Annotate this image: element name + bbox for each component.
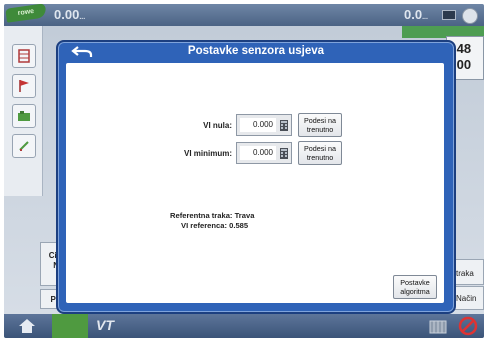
edit-icon[interactable] (12, 134, 36, 158)
status-round-icon[interactable] (462, 8, 478, 24)
battery-icon (442, 10, 456, 20)
top-right-readout: 0.0... (404, 7, 428, 22)
brand-logo: rowe (5, 4, 47, 23)
field-icon[interactable] (12, 104, 36, 128)
right-readout-line1: .48 (453, 41, 472, 56)
top-status-bar: rowe 0.00... 0.0... (4, 4, 484, 26)
top-left-value: 0.00 (54, 7, 80, 22)
vi-nula-set-now-button[interactable]: Podesi na trenutno (298, 113, 342, 137)
keypad-icon (280, 148, 288, 159)
no-entry-icon[interactable] (458, 316, 478, 336)
green-status-button[interactable] (52, 314, 88, 338)
crop-sensor-settings-dialog: Postavke senzora usjeva VI nula: 0.000 P… (56, 40, 456, 314)
left-toolbar (4, 26, 43, 196)
fuel-icon[interactable] (428, 318, 450, 334)
home-icon (19, 319, 35, 333)
vi-nula-field[interactable]: 0.000 (236, 114, 292, 136)
algorithm-settings-button[interactable]: Postavke algoritma (393, 275, 437, 299)
bottom-right-label2: Način (456, 294, 477, 303)
vi-minimum-value: 0.000 (240, 146, 276, 160)
vi-reference-text: VI referenca: 0.585 (181, 221, 249, 230)
dialog-title: Postavke senzora usjeva (187, 45, 325, 57)
display-screen: rowe 0.00... 0.0... .48 .00 Cil N Pr (4, 4, 484, 338)
flag-icon[interactable] (12, 74, 36, 98)
home-button[interactable] (10, 316, 44, 336)
dialog-body: VI nula: 0.000 Podesi na trenutno VI min… (66, 63, 444, 303)
reference-strip-text: Referentna traka: Trava (170, 211, 255, 220)
vi-minimum-label: VI minimum: (183, 149, 232, 158)
grid-icon[interactable] (12, 44, 36, 68)
bottom-right-label1: traka (456, 269, 474, 278)
keypad-icon (280, 120, 288, 131)
vi-nula-value: 0.000 (240, 118, 276, 132)
dialog-header: Postavke senzora usjeva (58, 42, 454, 62)
top-left-readout: 0.00... (54, 7, 85, 22)
bottom-toolbar: VT (4, 314, 484, 338)
top-right-suffix: ... (422, 14, 428, 21)
vi-minimum-field[interactable]: 0.000 (236, 142, 292, 164)
top-right-value: 0.0 (404, 7, 423, 22)
vt-button[interactable]: VT (96, 317, 114, 333)
vi-minimum-set-now-button[interactable]: Podesi na trenutno (298, 141, 342, 165)
top-left-suffix: ... (79, 14, 86, 21)
vi-nula-label: VI nula: (203, 121, 232, 130)
right-readout-line2: .00 (453, 57, 472, 72)
